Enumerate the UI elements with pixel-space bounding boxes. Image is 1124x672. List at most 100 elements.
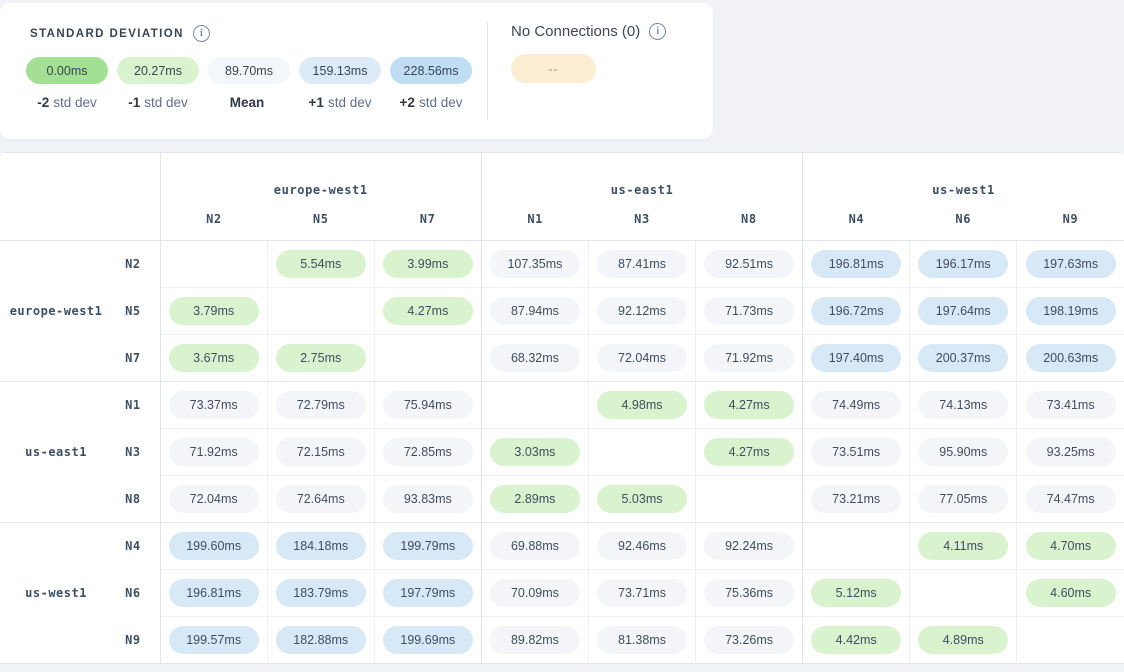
latency-cell: 89.82ms: [481, 617, 588, 664]
legend-pill-label: -2std dev: [26, 95, 108, 110]
latency-pill: 87.94ms: [490, 297, 580, 325]
latency-pill: 71.92ms: [169, 438, 259, 466]
latency-pill: 199.69ms: [383, 626, 473, 654]
node-row-label: N8: [112, 476, 160, 523]
latency-pill: 196.72ms: [811, 297, 901, 325]
latency-cell: 74.49ms: [803, 382, 910, 429]
latency-cell: 73.41ms: [1017, 382, 1124, 429]
latency-cell: 72.64ms: [267, 476, 374, 523]
latency-cell: 92.24ms: [696, 523, 803, 570]
latency-cell: 72.79ms: [267, 382, 374, 429]
node-column-header: N3: [588, 199, 695, 241]
latency-pill: 200.63ms: [1026, 344, 1116, 372]
latency-pill: 197.79ms: [383, 579, 473, 607]
latency-matrix: europe-west1 us-east1 us-west1 N2 N5 N7 …: [0, 152, 1124, 664]
latency-pill: 4.70ms: [1026, 532, 1116, 560]
latency-cell: 107.35ms: [481, 241, 588, 288]
legend-pill-label: +1std dev: [299, 95, 381, 110]
latency-cell: 4.27ms: [374, 288, 481, 335]
latency-pill: 3.79ms: [169, 297, 259, 325]
latency-pill: 72.04ms: [169, 485, 259, 513]
latency-pill: 92.46ms: [597, 532, 687, 560]
latency-cell: 5.12ms: [803, 570, 910, 617]
latency-cell: 72.15ms: [267, 429, 374, 476]
latency-pill: 87.41ms: [597, 250, 687, 278]
latency-cell: [588, 429, 695, 476]
latency-pill: 107.35ms: [490, 250, 580, 278]
latency-cell: 197.63ms: [1017, 241, 1124, 288]
latency-pill: 3.03ms: [490, 438, 580, 466]
no-connections-pill: --: [511, 54, 596, 83]
std-dev-info-icon[interactable]: i: [193, 25, 210, 42]
latency-cell: 198.19ms: [1017, 288, 1124, 335]
latency-matrix-wrap: europe-west1 us-east1 us-west1 N2 N5 N7 …: [0, 152, 1124, 664]
latency-cell: 4.60ms: [1017, 570, 1124, 617]
latency-pill: 4.11ms: [918, 532, 1008, 560]
latency-cell: 77.05ms: [910, 476, 1017, 523]
latency-cell: 182.88ms: [267, 617, 374, 664]
column-group-header: us-west1: [803, 153, 1124, 199]
node-column-header: N6: [910, 199, 1017, 241]
latency-cell: 81.38ms: [588, 617, 695, 664]
latency-pill: 73.26ms: [704, 626, 794, 654]
std-dev-legend: STANDARD DEVIATION i 0.00ms 20.27ms 89.7…: [0, 3, 487, 139]
latency-cell: 199.79ms: [374, 523, 481, 570]
latency-pill: 199.57ms: [169, 626, 259, 654]
latency-pill: 72.15ms: [276, 438, 366, 466]
latency-cell: 5.03ms: [588, 476, 695, 523]
corner-cell: [0, 153, 160, 241]
row-group-label: us-east1: [0, 382, 112, 523]
std-dev-pills: 0.00ms 20.27ms 89.70ms 159.13ms 228.56ms: [26, 57, 487, 84]
node-column-header: N2: [160, 199, 267, 241]
latency-pill: 73.37ms: [169, 391, 259, 419]
latency-pill: 71.73ms: [704, 297, 794, 325]
latency-pill: 4.98ms: [597, 391, 687, 419]
latency-cell: [696, 476, 803, 523]
latency-cell: 199.57ms: [160, 617, 267, 664]
legend-pill-label: -1std dev: [117, 95, 199, 110]
latency-pill: 70.09ms: [490, 579, 580, 607]
latency-cell: 69.88ms: [481, 523, 588, 570]
page: STANDARD DEVIATION i 0.00ms 20.27ms 89.7…: [0, 0, 1124, 672]
latency-cell: 196.81ms: [160, 570, 267, 617]
no-connections-info-icon[interactable]: i: [649, 23, 666, 40]
column-group-header: europe-west1: [160, 153, 481, 199]
latency-cell: [267, 288, 374, 335]
legend-pill: 228.56ms: [390, 57, 472, 84]
latency-cell: 73.21ms: [803, 476, 910, 523]
row-group-label: europe-west1: [0, 241, 112, 382]
latency-pill: 68.32ms: [490, 344, 580, 372]
latency-cell: 72.04ms: [588, 335, 695, 382]
latency-pill: 3.99ms: [383, 250, 473, 278]
no-connections-legend: No Connections (0) i --: [488, 3, 666, 139]
latency-pill: 92.51ms: [704, 250, 794, 278]
latency-pill: 77.05ms: [918, 485, 1008, 513]
latency-cell: 3.79ms: [160, 288, 267, 335]
latency-cell: 196.72ms: [803, 288, 910, 335]
latency-cell: 4.27ms: [696, 429, 803, 476]
latency-pill: 197.64ms: [918, 297, 1008, 325]
latency-pill: 5.54ms: [276, 250, 366, 278]
legend-pill: 20.27ms: [117, 57, 199, 84]
latency-pill: 74.47ms: [1026, 485, 1116, 513]
node-row-label: N3: [112, 429, 160, 476]
latency-pill: 92.12ms: [597, 297, 687, 325]
latency-pill: 4.27ms: [704, 391, 794, 419]
latency-cell: [803, 523, 910, 570]
no-connections-label: No Connections (0): [511, 23, 640, 40]
node-row-label: N9: [112, 617, 160, 664]
latency-pill: 184.18ms: [276, 532, 366, 560]
latency-pill: 72.64ms: [276, 485, 366, 513]
latency-cell: 196.81ms: [803, 241, 910, 288]
node-column-header: N4: [803, 199, 910, 241]
node-row-label: N2: [112, 241, 160, 288]
node-row-label: N6: [112, 570, 160, 617]
latency-pill: 75.94ms: [383, 391, 473, 419]
legend-pill: 0.00ms: [26, 57, 108, 84]
latency-cell: 73.26ms: [696, 617, 803, 664]
node-column-header: N5: [267, 199, 374, 241]
legend-card: STANDARD DEVIATION i 0.00ms 20.27ms 89.7…: [0, 3, 713, 139]
latency-cell: 74.47ms: [1017, 476, 1124, 523]
latency-cell: 4.70ms: [1017, 523, 1124, 570]
latency-pill: 2.89ms: [490, 485, 580, 513]
